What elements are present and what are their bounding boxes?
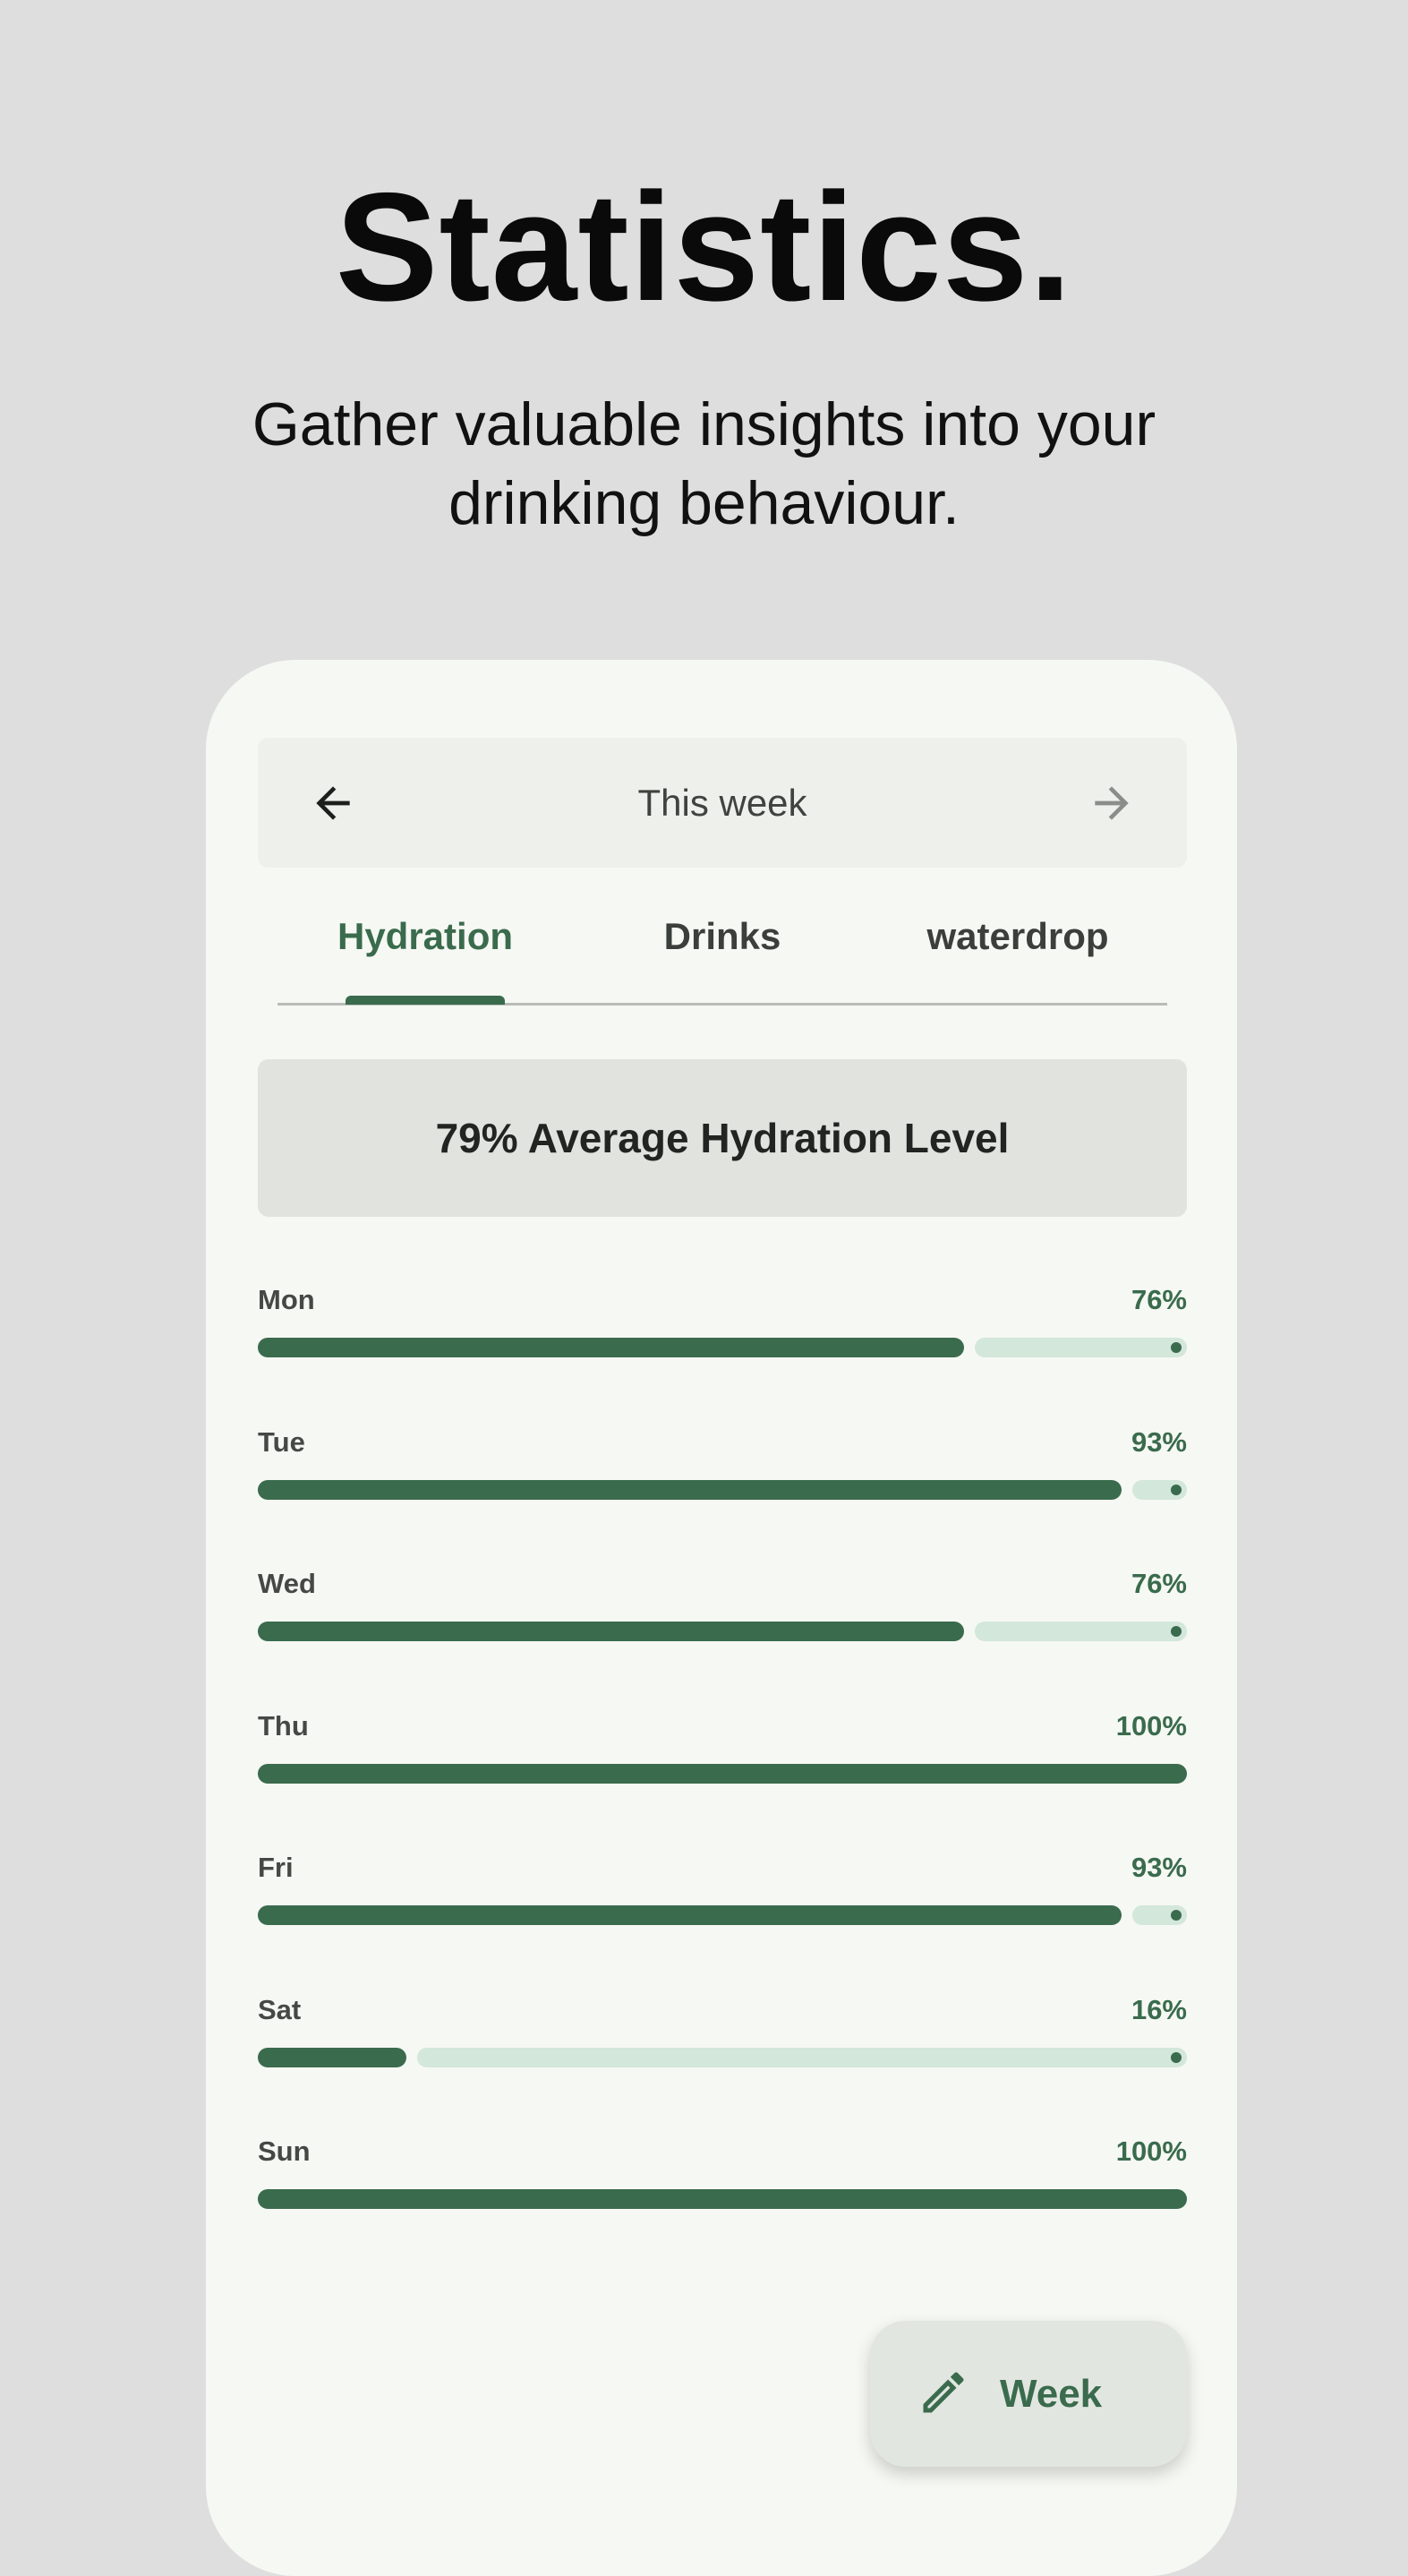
hydration-progress-bar (258, 2189, 1187, 2209)
progress-remaining (417, 2047, 1187, 2067)
next-period-button[interactable] (1079, 771, 1144, 835)
previous-period-button[interactable] (301, 771, 365, 835)
date-navigator: This week (258, 738, 1187, 868)
day-row: Wed 76% (258, 1568, 1187, 1657)
hydration-progress-bar (258, 1763, 1187, 1784)
hero-subtitle: Gather valuable insights into your drink… (0, 385, 1408, 543)
pencil-icon (923, 2372, 964, 2413)
period-label: This week (637, 782, 807, 824)
hydration-progress-bar (258, 1479, 1187, 1500)
hydration-progress-bar (258, 2047, 1187, 2067)
progress-end-dot (1171, 1342, 1182, 1353)
day-value: 100% (1115, 1709, 1187, 1742)
progress-end-dot (1171, 1626, 1182, 1637)
hydration-progress-bar (258, 1622, 1187, 1641)
progress-remaining (974, 1622, 1187, 1641)
arrow-right-icon (1095, 786, 1129, 820)
tab-hydration[interactable]: Hydration (277, 894, 573, 1006)
average-hydration-summary: 79% Average Hydration Level (258, 1059, 1187, 1217)
day-name: Thu (258, 1709, 309, 1742)
day-row: Fri 93% (258, 1852, 1187, 1941)
progress-remaining (1132, 1905, 1187, 1925)
day-row: Thu 100% (258, 1710, 1187, 1800)
day-row: Tue 93% (258, 1426, 1187, 1516)
tab-waterdrop[interactable]: waterdrop (870, 894, 1165, 1006)
progress-remaining (974, 1338, 1187, 1357)
day-value: 93% (1131, 1425, 1187, 1458)
progress-end-dot (1171, 2051, 1182, 2063)
stats-tabs: Hydration Drinks waterdrop (277, 894, 1167, 1006)
progress-fill (258, 2189, 1187, 2209)
day-value: 100% (1115, 2135, 1187, 2167)
day-name: Fri (258, 1852, 294, 1883)
progress-fill (258, 2047, 407, 2067)
progress-fill (258, 1905, 1122, 1925)
day-value: 93% (1131, 1852, 1187, 1883)
hero-title: Statistics. (335, 161, 1073, 333)
progress-remaining (1132, 1479, 1187, 1500)
progress-fill (258, 1763, 1187, 1784)
day-name: Sat (258, 1993, 302, 2025)
day-name: Sun (258, 2135, 311, 2167)
progress-end-dot (1171, 1484, 1182, 1495)
hydration-progress-bar (258, 1338, 1187, 1357)
progress-fill (258, 1479, 1122, 1500)
day-name: Mon (258, 1284, 315, 1315)
active-tab-indicator (346, 996, 505, 1005)
day-name: Wed (258, 1568, 316, 1599)
arrow-left-icon (316, 786, 350, 820)
hero-subtitle-line-2: drinking behaviour. (448, 469, 960, 537)
day-row: Mon 76% (258, 1284, 1187, 1374)
edit-week-button[interactable]: Week (870, 2321, 1187, 2467)
day-row: Sat 16% (258, 1994, 1187, 2084)
day-value: 76% (1131, 1284, 1187, 1315)
day-value: 16% (1131, 1993, 1187, 2025)
hydration-progress-bar (258, 1905, 1187, 1925)
day-name: Tue (258, 1425, 305, 1458)
day-value: 76% (1131, 1568, 1187, 1599)
hero-subtitle-line-1: Gather valuable insights into your (252, 390, 1156, 458)
fab-label: Week (1000, 2372, 1103, 2416)
day-row: Sun 100% (258, 2135, 1187, 2225)
progress-fill (258, 1622, 964, 1641)
progress-end-dot (1171, 1910, 1182, 1921)
progress-fill (258, 1338, 964, 1357)
tab-drinks[interactable]: Drinks (575, 894, 870, 1006)
phone-screen: This week Hydration Drinks waterdrop 79%… (206, 660, 1237, 2576)
